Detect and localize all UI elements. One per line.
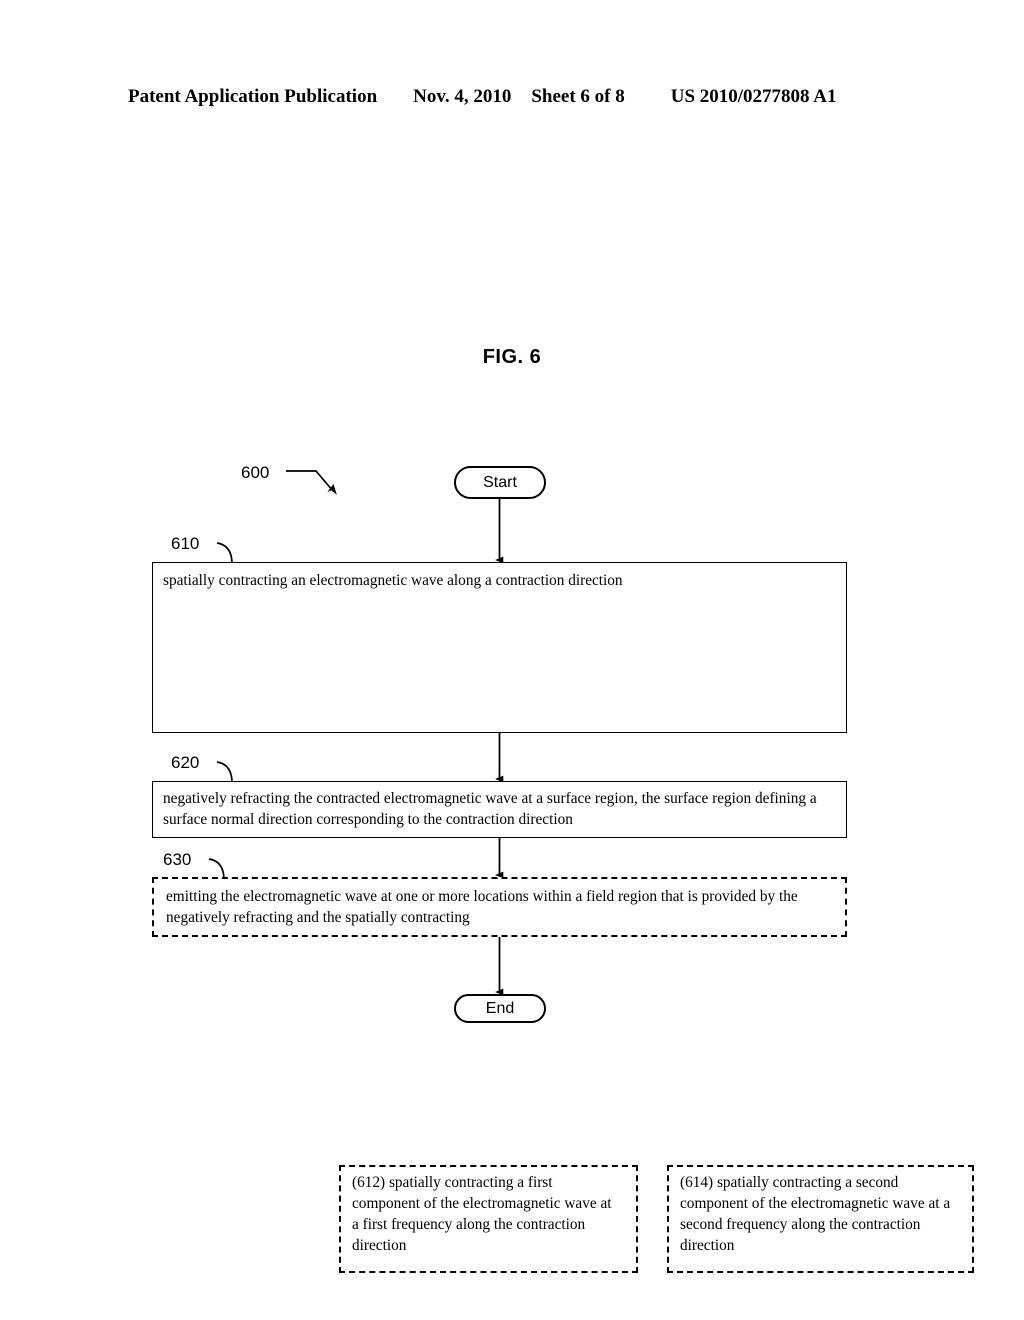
flowchart-600: 600 610 620 630 Start spatially contract…: [0, 0, 1024, 1320]
reference-numeral-620: 620: [171, 753, 200, 772]
process-box-610: spatially contracting an electromagnetic…: [152, 562, 974, 1273]
process-box-614-text: (614) spatially contracting a second com…: [680, 1174, 951, 1254]
process-box-620: negatively refracting the contracted ele…: [152, 781, 847, 838]
process-box-630: emitting the electromagnetic wave at one…: [152, 877, 847, 937]
flow-start-label: Start: [483, 473, 517, 491]
reference-numeral-630: 630: [163, 850, 192, 869]
flow-start-node: Start: [454, 466, 546, 499]
process-box-612: (612) spatially contracting a first comp…: [339, 1165, 638, 1273]
reference-numeral-600: 600: [241, 463, 270, 482]
patent-drawing-page: Patent Application Publication Nov. 4, 2…: [0, 0, 1024, 1320]
process-box-620-text: negatively refracting the contracted ele…: [163, 790, 817, 828]
leader-line-600: [286, 470, 337, 495]
reference-numeral-610: 610: [171, 534, 200, 553]
leader-line-610: [216, 542, 233, 563]
leader-line-620: [216, 761, 233, 782]
process-box-630-text: emitting the electromagnetic wave at one…: [166, 888, 798, 926]
process-box-612-text: (612) spatially contracting a first comp…: [352, 1174, 612, 1254]
process-box-610-text: spatially contracting an electromagnetic…: [163, 572, 623, 589]
leader-line-630: [208, 858, 225, 879]
process-box-614: (614) spatially contracting a second com…: [667, 1165, 974, 1273]
flow-end-label: End: [485, 999, 515, 1017]
flow-end-node: End: [454, 994, 546, 1023]
